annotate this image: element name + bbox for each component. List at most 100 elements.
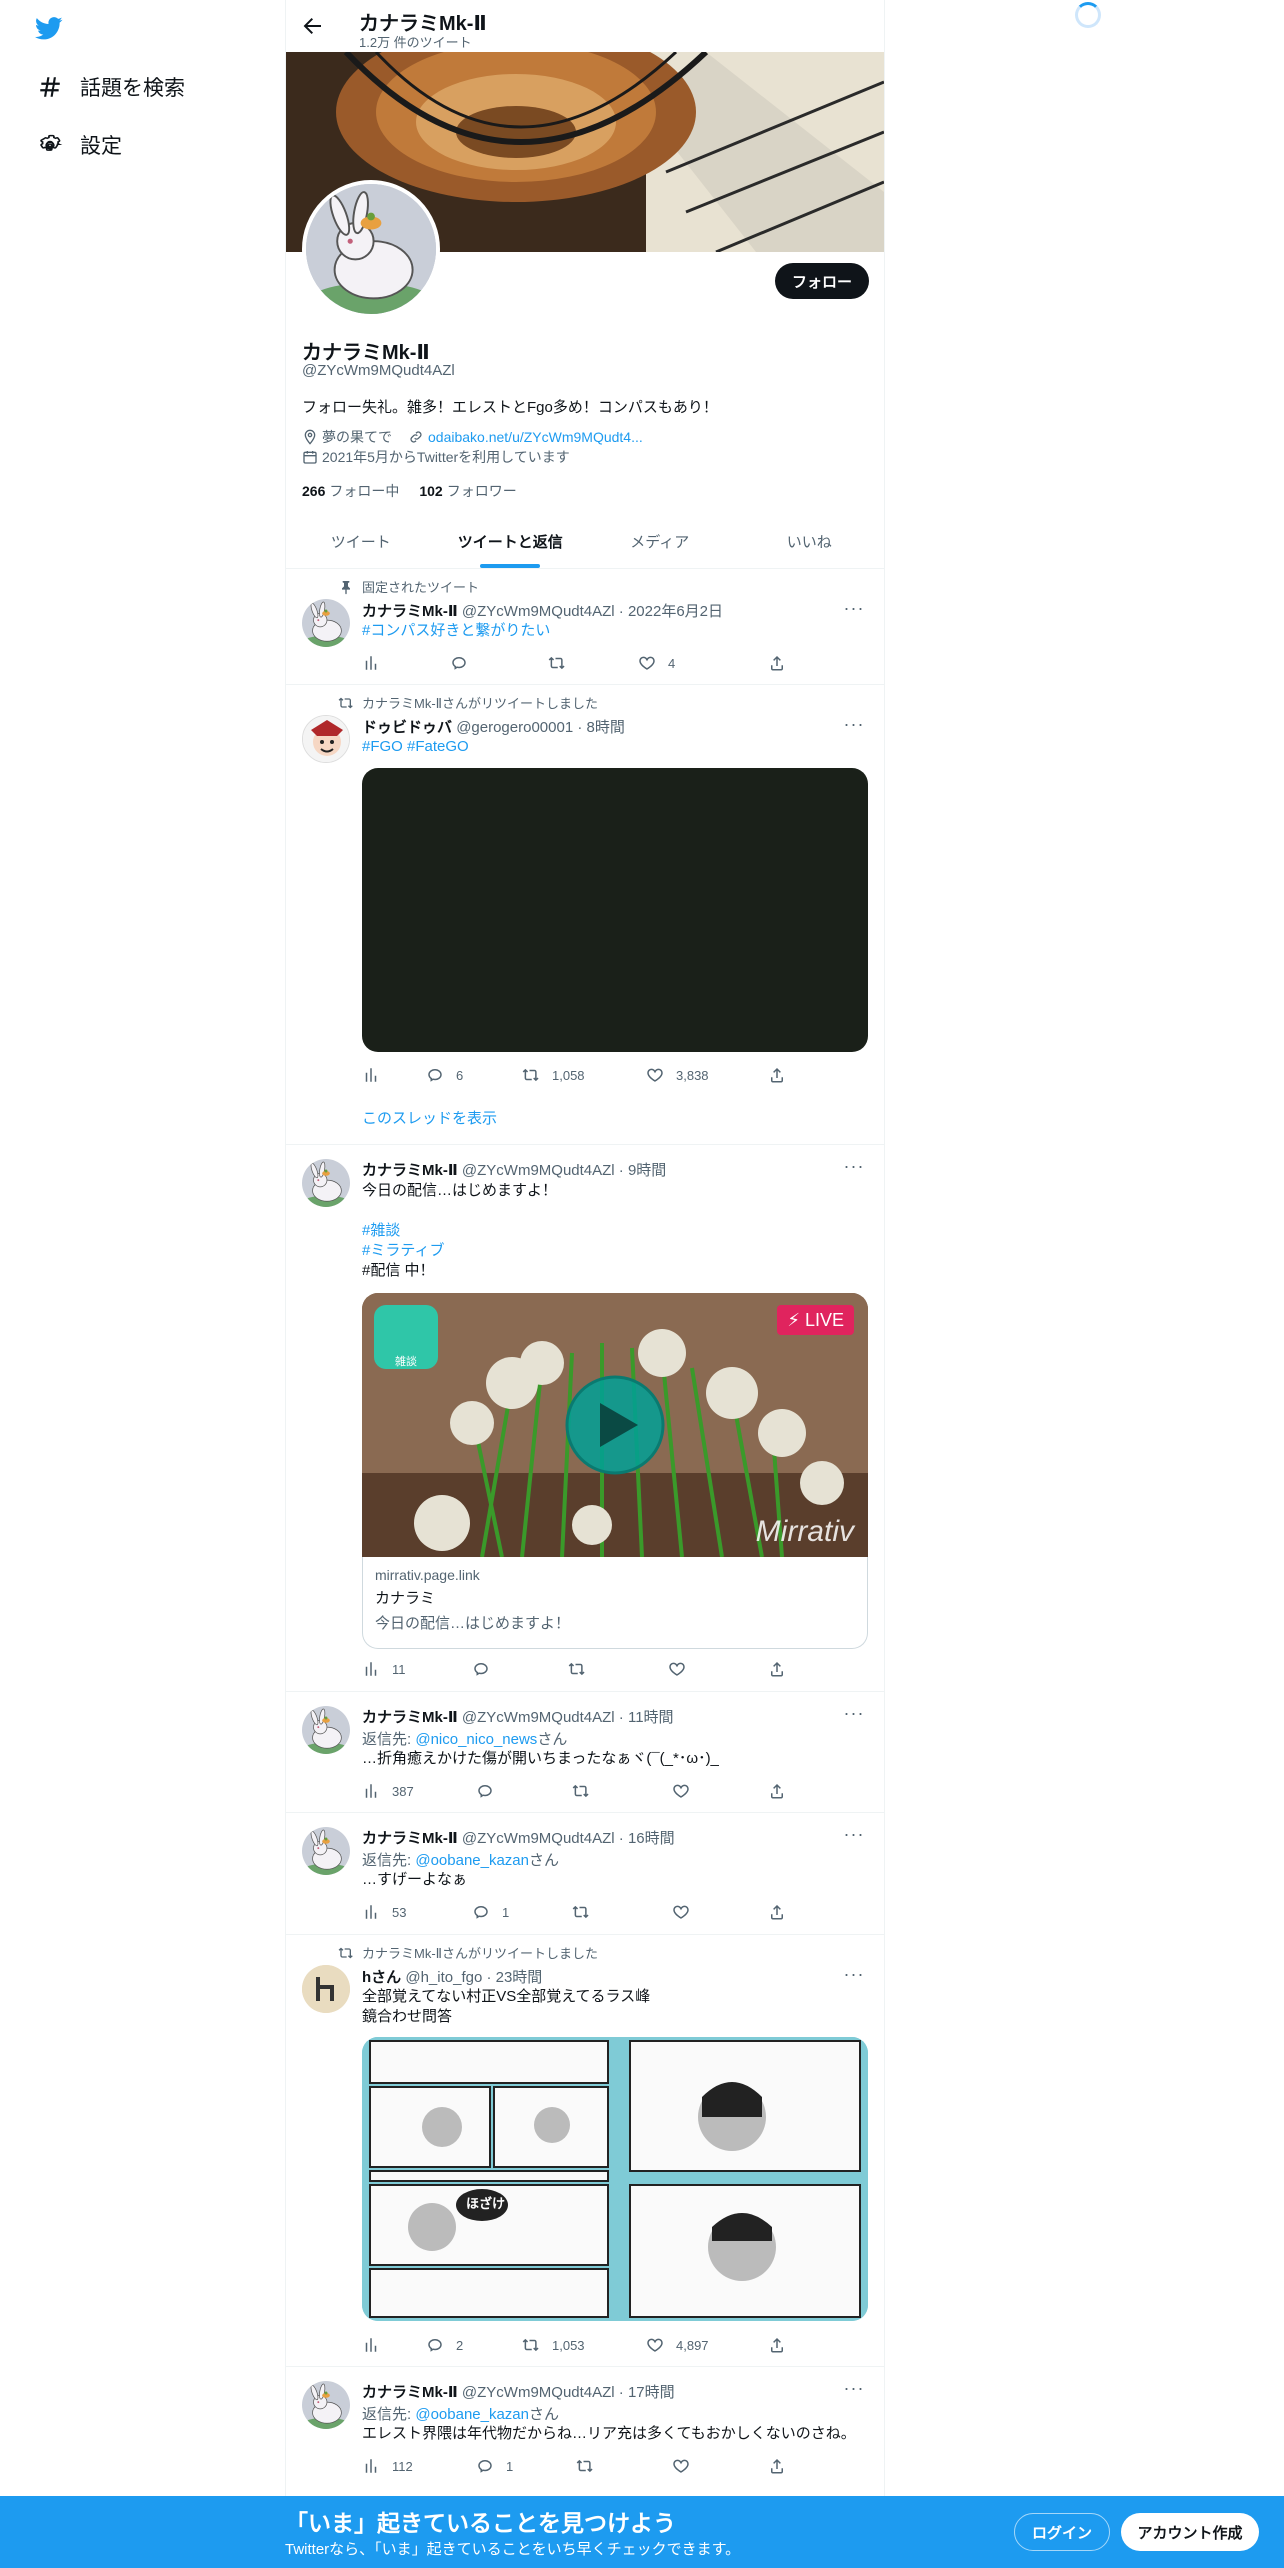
views-button[interactable]: 387 [362, 1781, 414, 1801]
following-stat[interactable]: 266 フォロー中 [302, 481, 399, 501]
views-button[interactable] [362, 1065, 392, 1085]
views-button[interactable]: 11 [362, 1659, 406, 1679]
video-player[interactable] [362, 768, 868, 1052]
tweet[interactable]: カナラミMk-Ⅱ @ZYcWm9MQudt4AZl · 16時間 ··· 返信先… [286, 1813, 884, 1935]
tweet-author-name[interactable]: カナラミMk-Ⅱ [362, 603, 458, 620]
share-button[interactable] [768, 1659, 798, 1679]
hashtag-link[interactable]: #コンパス好きと繋がりたい [362, 622, 550, 639]
reply-to-link[interactable]: @oobane_kazan [415, 1852, 529, 1869]
share-button[interactable] [768, 2456, 798, 2476]
views-button[interactable] [362, 653, 392, 673]
retweet-button[interactable]: 1,058 [522, 1065, 585, 1085]
more-options-icon[interactable]: ··· [842, 1825, 866, 1851]
signup-button[interactable]: アカウント作成 [1121, 2513, 1259, 2551]
reply-button[interactable]: 1 [472, 1902, 509, 1922]
reply-button[interactable]: 1 [476, 2456, 513, 2476]
nav-explore[interactable]: 話題を検索 [36, 67, 185, 107]
follow-button[interactable]: フォロー [775, 263, 869, 299]
reply-button[interactable] [450, 653, 480, 673]
retweet-button[interactable] [572, 1781, 602, 1801]
reply-to-line: 返信先: @nico_nico_newsさん [362, 1731, 568, 1748]
manga-image-grid[interactable]: ほざけ [362, 2037, 868, 2321]
retweet-icon [572, 1903, 590, 1921]
tweet-meta: @ZYcWm9MQudt4AZl · 17時間 [461, 2384, 675, 2401]
reply-button[interactable] [476, 1781, 506, 1801]
reply-to-link[interactable]: @oobane_kazan [415, 2406, 529, 2423]
reply-button[interactable]: 6 [426, 1065, 463, 1085]
share-icon [768, 2336, 786, 2354]
avatar[interactable] [302, 1827, 350, 1875]
share-icon [768, 1066, 786, 1084]
share-button[interactable] [768, 1065, 798, 1085]
share-button[interactable] [768, 653, 798, 673]
tweet-meta: @ZYcWm9MQudt4AZl · 16時間 [461, 1830, 675, 1847]
profile-avatar[interactable] [302, 180, 440, 318]
avatar[interactable] [302, 2381, 350, 2429]
retweet-button[interactable] [548, 653, 578, 673]
more-options-icon[interactable]: ··· [842, 2379, 866, 2405]
avatar[interactable] [302, 1706, 350, 1754]
share-button[interactable] [768, 2335, 798, 2355]
tweet-author-name[interactable]: カナラミMk-Ⅱ [362, 1709, 458, 1726]
avatar[interactable] [302, 715, 350, 763]
tab-likes[interactable]: いいね [735, 515, 885, 568]
retweet-button[interactable]: 1,053 [522, 2335, 585, 2355]
like-button[interactable]: 4 [638, 653, 675, 673]
tweet-author-name[interactable]: カナラミMk-Ⅱ [362, 1162, 458, 1179]
hashtag-link[interactable]: #ミラティブ [362, 1241, 557, 1261]
tweet[interactable]: カナラミMk-Ⅱ @ZYcWm9MQudt4AZl · 11時間 ··· 返信先… [286, 1692, 884, 1813]
more-options-icon[interactable]: ··· [842, 599, 866, 625]
share-button[interactable] [768, 1902, 798, 1922]
like-button[interactable]: 4,897 [646, 2335, 709, 2355]
like-button[interactable] [672, 1781, 702, 1801]
show-thread-link[interactable]: このスレッドを表示 [362, 1109, 497, 1129]
tweet-author-name[interactable]: ドゥビドゥバ [362, 719, 452, 736]
like-button[interactable] [668, 1659, 698, 1679]
like-button[interactable] [672, 2456, 702, 2476]
link-card-meta[interactable]: mirrativ.page.link カナラミ 今日の配信…はじめますよ！ [362, 1557, 868, 1649]
live-card-image[interactable]: 雑談 ⚡ LIVE Mirrativ [362, 1293, 868, 1557]
views-button[interactable]: 53 [362, 1902, 406, 1922]
retweet-button[interactable] [572, 1902, 602, 1922]
views-button[interactable] [362, 2335, 392, 2355]
views-button[interactable]: 112 [362, 2456, 413, 2476]
live-badge: ⚡ LIVE [777, 1305, 854, 1335]
avatar[interactable] [302, 1159, 350, 1207]
reply-button[interactable]: 2 [426, 2335, 463, 2355]
retweet-button[interactable] [576, 2456, 606, 2476]
share-button[interactable] [768, 1781, 798, 1801]
retweet-icon [548, 654, 566, 672]
profile-link[interactable]: odaibako.net/u/ZYcWm9MQudt4... [428, 429, 643, 445]
hashtag-link[interactable]: #FGO #FateGO [362, 738, 469, 755]
views-icon [362, 1782, 380, 1800]
login-button[interactable]: ログイン [1014, 2513, 1110, 2551]
more-options-icon[interactable]: ··· [842, 1157, 866, 1183]
more-options-icon[interactable]: ··· [842, 1704, 866, 1730]
hashtag-link[interactable]: #配信 中！ [362, 1262, 435, 1279]
tweet-author-name[interactable]: カナラミMk-Ⅱ [362, 2384, 458, 2401]
hashtag-link[interactable]: #雑談 [362, 1221, 557, 1241]
tab-media[interactable]: メディア [585, 515, 735, 568]
avatar[interactable] [302, 1965, 350, 2013]
reply-to-link[interactable]: @nico_nico_news [415, 1731, 537, 1748]
tweet[interactable]: 固定されたツイート カナラミMk-Ⅱ @ZYcWm9MQudt4AZl · 20… [286, 569, 884, 685]
avatar[interactable] [302, 599, 350, 647]
retweet-button[interactable] [568, 1659, 598, 1679]
more-options-icon[interactable]: ··· [842, 715, 866, 741]
nav-settings[interactable]: 設定 [36, 125, 122, 165]
tab-tweets[interactable]: ツイート [286, 515, 436, 568]
back-arrow-icon[interactable] [300, 14, 324, 38]
tweet-author-name[interactable]: hさん [362, 1969, 401, 1986]
tweet[interactable]: カナラミMk-Ⅱ @ZYcWm9MQudt4AZl · 9時間 ··· 今日の配… [286, 1145, 884, 1692]
like-button[interactable]: 3,838 [646, 1065, 709, 1085]
tweet[interactable]: カナラミMk-Ⅱ @ZYcWm9MQudt4AZl · 17時間 ··· 返信先… [286, 2367, 884, 2496]
tweet[interactable]: カナラミMk-Ⅱさんがリツイートしました hさん @h_ito_fgo · 23… [286, 1935, 884, 2367]
followers-stat[interactable]: 102 フォロワー [419, 481, 516, 501]
reply-button[interactable] [472, 1659, 502, 1679]
tab-tweets-and-replies[interactable]: ツイートと返信 [436, 515, 586, 568]
like-button[interactable] [672, 1902, 702, 1922]
twitter-logo-icon[interactable] [33, 14, 65, 42]
more-options-icon[interactable]: ··· [842, 1965, 866, 1991]
tweet-author-name[interactable]: カナラミMk-Ⅱ [362, 1830, 458, 1847]
tweet[interactable]: カナラミMk-Ⅱさんがリツイートしました ドゥビドゥバ @gerogero000… [286, 685, 884, 1145]
